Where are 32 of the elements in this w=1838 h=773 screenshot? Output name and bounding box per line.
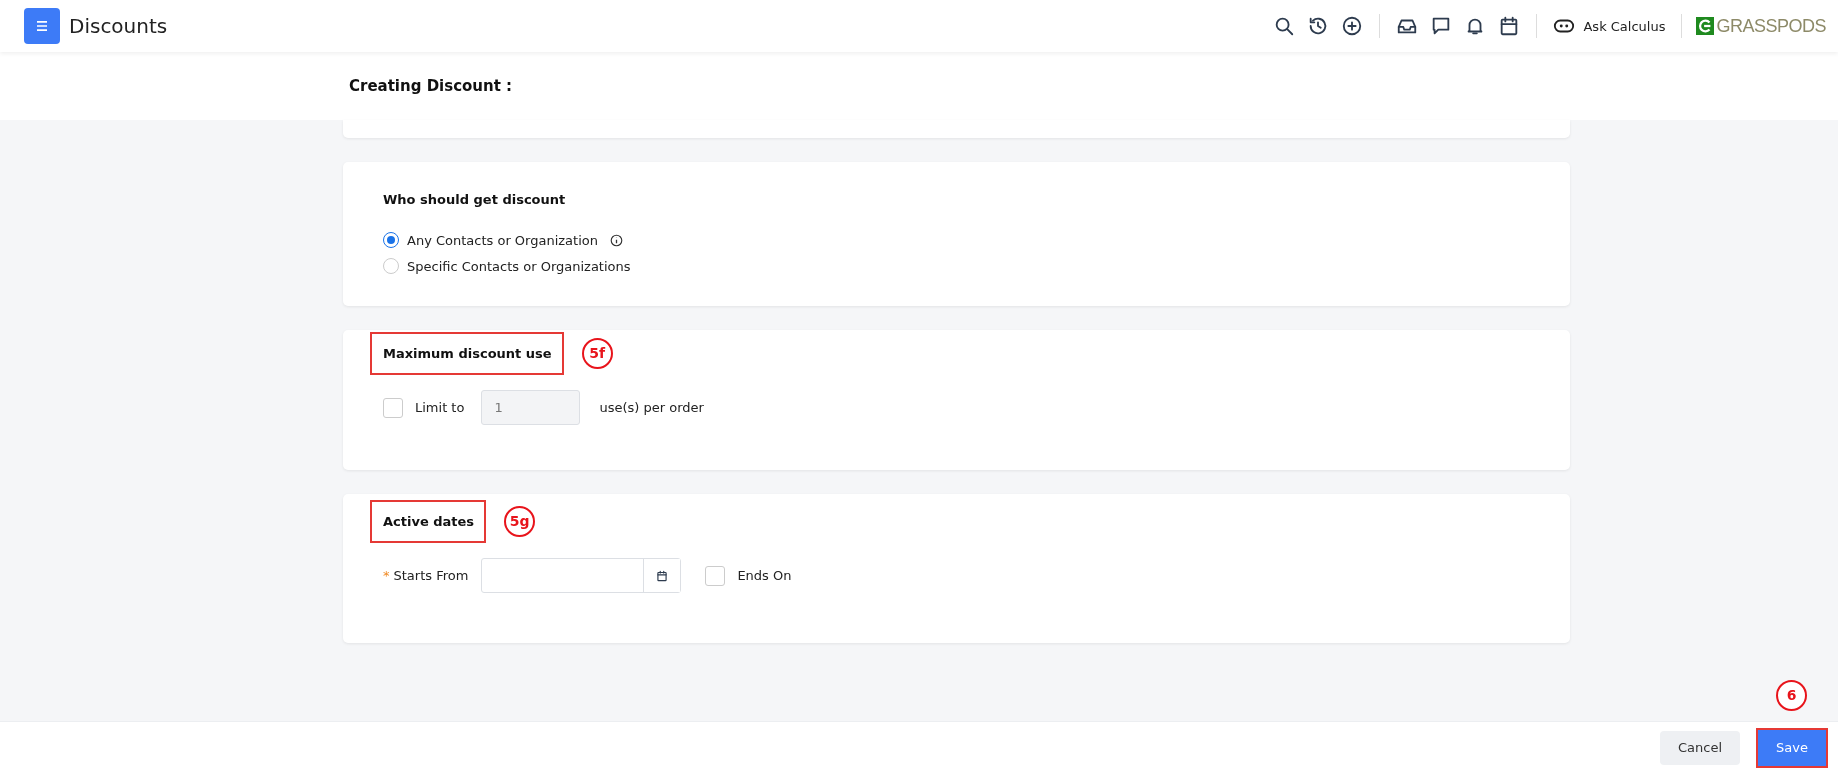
annotation-badge: 6 <box>1776 679 1808 711</box>
field-label: Starts From <box>393 568 469 583</box>
radio-button[interactable] <box>383 258 399 274</box>
secondary-button[interactable]: Cancel <box>1660 730 1741 765</box>
unit-label: use(s) per order <box>599 400 704 415</box>
date-input-field[interactable] <box>481 558 682 593</box>
option-label: Any Contacts or Organization <box>407 232 598 248</box>
logo-icon <box>1696 17 1715 35</box>
annotation-badge: 5g <box>504 505 536 537</box>
page-heading: Discounts <box>69 14 168 38</box>
info-icon <box>610 233 623 247</box>
form-title: Creating Discount : <box>349 77 513 95</box>
section-title: Maximum discount use <box>383 345 552 361</box>
add-circle-icon[interactable] <box>1341 15 1364 37</box>
section-title: Who should get discount <box>383 191 566 207</box>
menu-button[interactable] <box>24 8 60 44</box>
radio-button[interactable] <box>383 232 399 248</box>
option-label: Specific Contacts or Organizations <box>407 258 631 274</box>
search-icon[interactable] <box>1273 15 1296 37</box>
calendar-icon <box>655 568 670 583</box>
checkbox[interactable] <box>705 565 726 586</box>
checkbox-label: Limit to <box>415 400 465 415</box>
number-input-field[interactable]: 1 <box>481 390 581 425</box>
calendar-button[interactable] <box>643 559 681 592</box>
required-mark: * <box>383 568 390 583</box>
annotation-badge: 5f <box>581 337 613 369</box>
logo-text: GRASSPODS <box>1716 15 1826 37</box>
checkbox-label: Ends On <box>737 568 792 583</box>
checkbox[interactable] <box>383 397 403 418</box>
primary-button[interactable]: Save <box>1758 729 1826 766</box>
section-title: Active dates <box>383 513 475 529</box>
ask-button[interactable]: Ask Calculus <box>1547 15 1672 37</box>
